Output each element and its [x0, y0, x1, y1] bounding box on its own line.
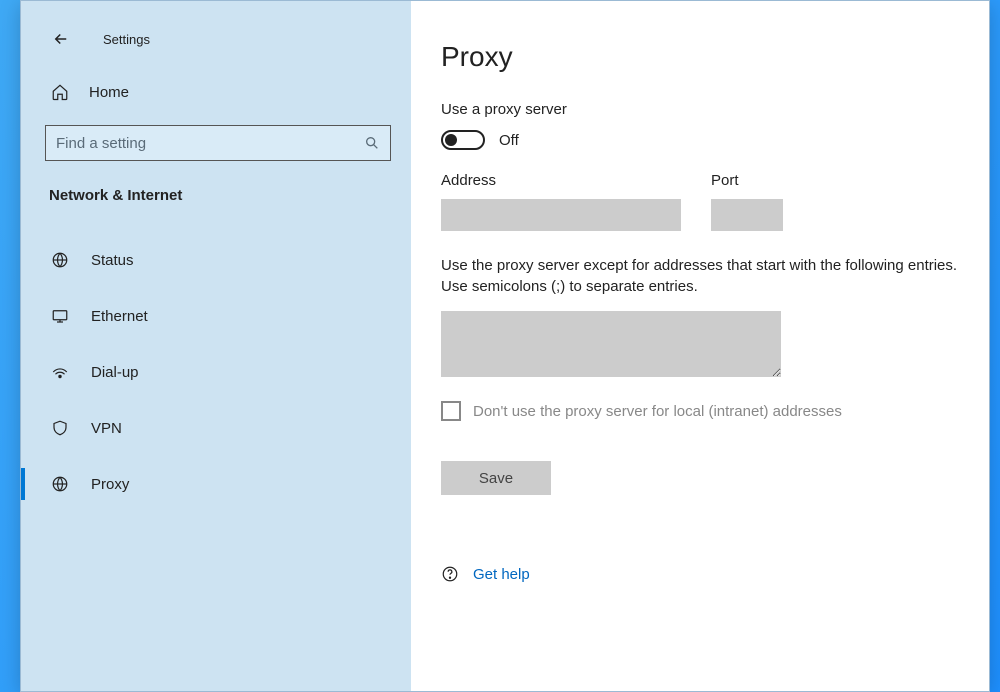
address-label: Address — [441, 172, 681, 189]
search-icon — [364, 135, 380, 151]
sidebar-item-status[interactable]: Status — [21, 232, 411, 288]
sidebar-item-label: VPN — [91, 420, 122, 437]
exception-input[interactable] — [441, 311, 781, 377]
port-input[interactable] — [711, 199, 783, 231]
local-checkbox-label: Don't use the proxy server for local (in… — [473, 403, 842, 420]
header-row: Settings — [21, 19, 411, 69]
local-checkbox[interactable] — [441, 401, 461, 421]
page-title: Proxy — [441, 41, 979, 73]
home-label: Home — [89, 84, 129, 101]
sidebar-item-ethernet[interactable]: Ethernet — [21, 288, 411, 344]
sidebar: Settings Home Network & Internet Status — [21, 1, 411, 691]
dialup-icon — [51, 363, 73, 381]
get-help-link[interactable]: Get help — [473, 566, 530, 583]
proxy-icon — [51, 475, 73, 493]
settings-window: Settings Home Network & Internet Status — [20, 0, 990, 692]
local-checkbox-row: Don't use the proxy server for local (in… — [441, 401, 979, 421]
sidebar-item-label: Ethernet — [91, 308, 148, 325]
save-button[interactable]: Save — [441, 461, 551, 495]
category-title: Network & Internet — [21, 179, 411, 212]
port-label: Port — [711, 172, 783, 189]
search-box[interactable] — [45, 125, 391, 161]
exception-help-text: Use the proxy server except for addresse… — [441, 255, 961, 297]
sidebar-item-label: Dial-up — [91, 364, 139, 381]
nav-list: Status Ethernet Dial-up VPN — [21, 232, 411, 512]
toggle-knob — [445, 134, 457, 146]
sidebar-item-dialup[interactable]: Dial-up — [21, 344, 411, 400]
sidebar-item-label: Proxy — [91, 476, 129, 493]
proxy-toggle[interactable] — [441, 130, 485, 150]
get-help-row: Get help — [441, 565, 979, 583]
vpn-icon — [51, 419, 73, 437]
proxy-toggle-row: Off — [441, 130, 979, 150]
back-arrow-icon — [52, 30, 70, 48]
toggle-state-label: Off — [499, 132, 519, 149]
help-icon — [441, 565, 459, 583]
content-area: Proxy Use a proxy server Off Address Por… — [411, 1, 989, 691]
sidebar-item-proxy[interactable]: Proxy — [21, 456, 411, 512]
ethernet-icon — [51, 307, 73, 325]
use-proxy-label: Use a proxy server — [441, 101, 979, 118]
app-title: Settings — [103, 32, 150, 47]
sidebar-home[interactable]: Home — [21, 69, 411, 115]
address-port-row: Address Port — [441, 172, 979, 231]
home-icon — [51, 83, 73, 101]
sidebar-item-label: Status — [91, 252, 134, 269]
sidebar-item-vpn[interactable]: VPN — [21, 400, 411, 456]
address-input[interactable] — [441, 199, 681, 231]
search-input[interactable] — [56, 135, 364, 152]
status-icon — [51, 251, 73, 269]
back-button[interactable] — [51, 29, 71, 49]
